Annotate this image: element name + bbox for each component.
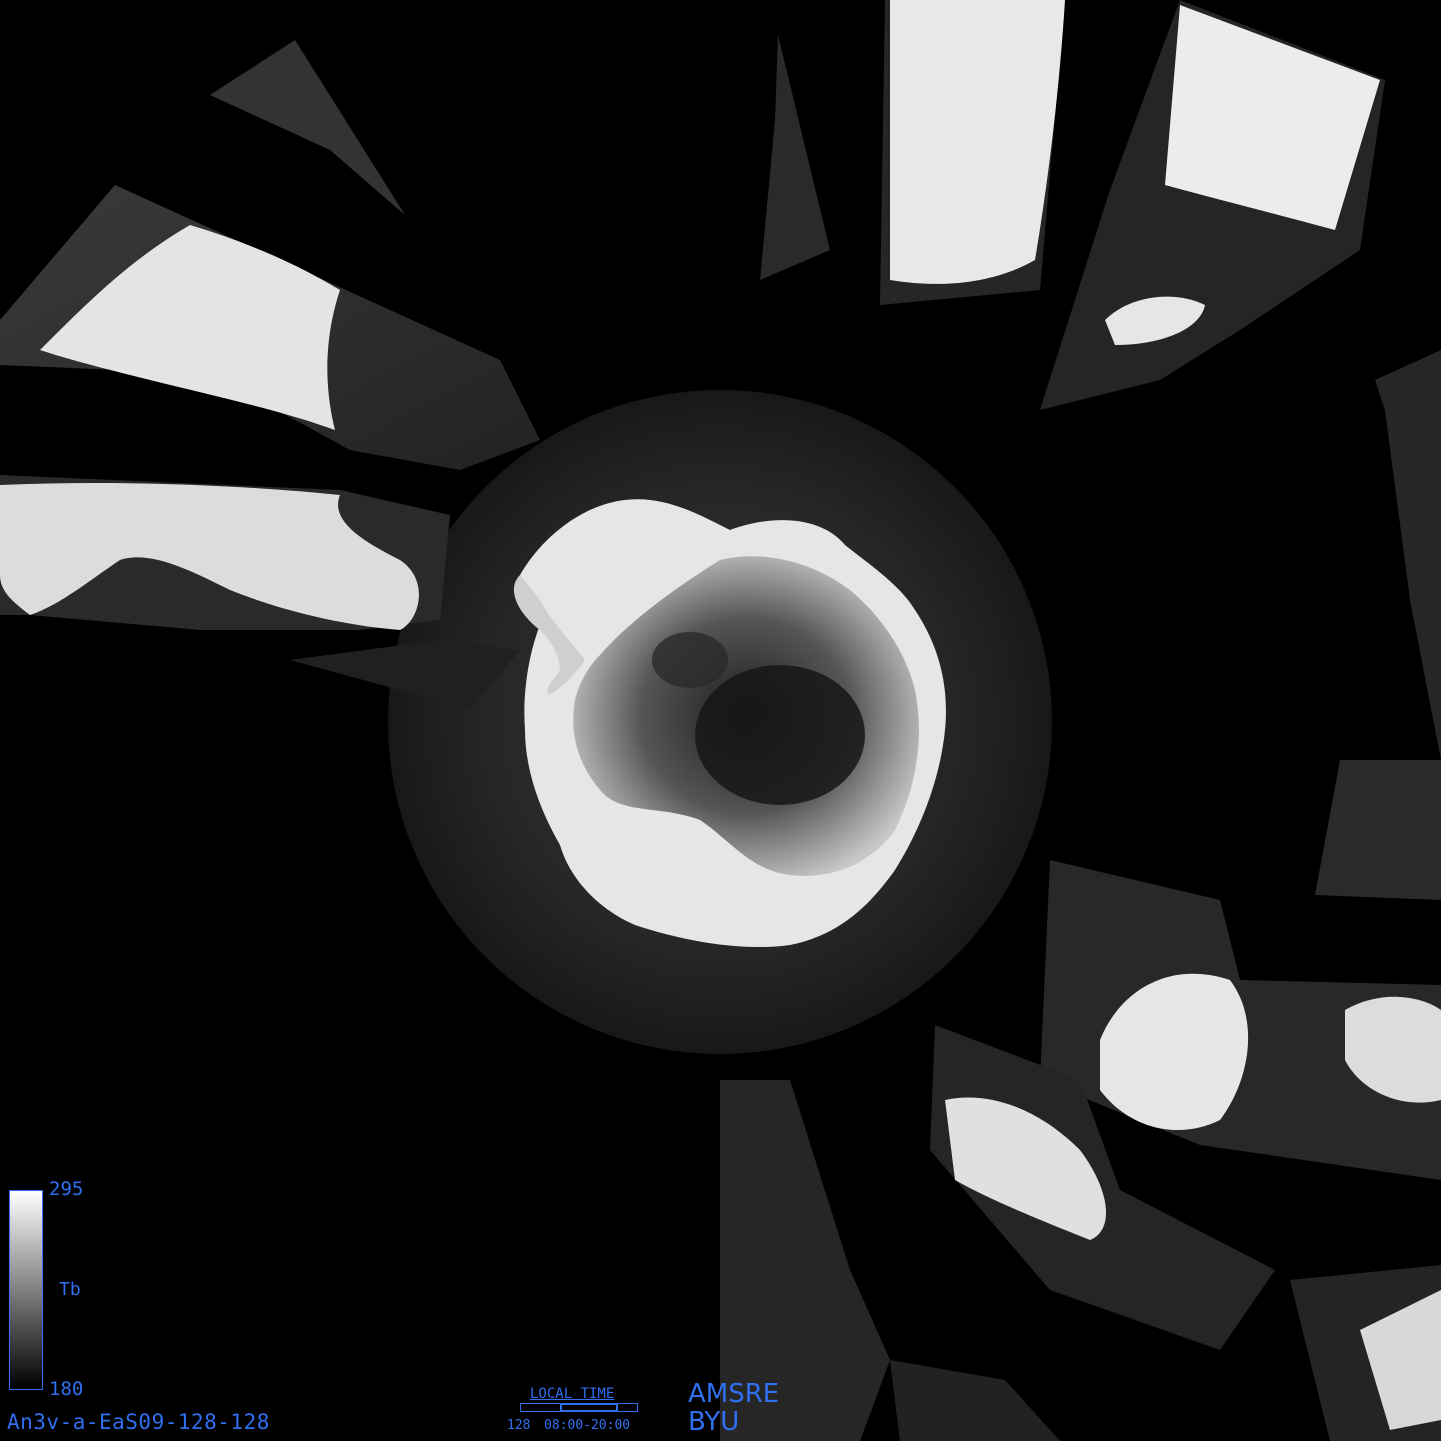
swath-top-center: [760, 35, 830, 280]
local-time-range: 08:00-20:00: [544, 1418, 631, 1433]
swath-bottom-center-2: [890, 1360, 1060, 1441]
product-id-label: An3v-a-EaS09-128-128: [7, 1410, 270, 1434]
plateau-dark-core: [695, 665, 865, 805]
image-canvas: 295 Tb 180 An3v-a-EaS09-128-128 LOCAL TI…: [0, 0, 1441, 1441]
colorbar-gradient: [9, 1190, 43, 1390]
local-time-day: 128: [507, 1418, 531, 1433]
plateau-dark-west: [652, 632, 728, 688]
swath-right-middle: [1315, 760, 1441, 900]
local-time-bar: [520, 1403, 638, 1412]
colorbar-min-label: 180: [49, 1378, 84, 1400]
colorbar-variable-label: Tb: [59, 1279, 81, 1300]
local-time-window: [559, 1403, 618, 1412]
swath-top-left-sliver: [210, 40, 405, 215]
swath-right-upper: [1375, 350, 1441, 760]
local-time-title: LOCAL TIME: [530, 1386, 615, 1402]
sensor-label: AMSRE: [688, 1379, 780, 1409]
polar-mosaic: [0, 0, 1441, 1441]
organization-label: BYU: [688, 1407, 740, 1437]
colorbar-max-label: 295: [49, 1178, 84, 1200]
